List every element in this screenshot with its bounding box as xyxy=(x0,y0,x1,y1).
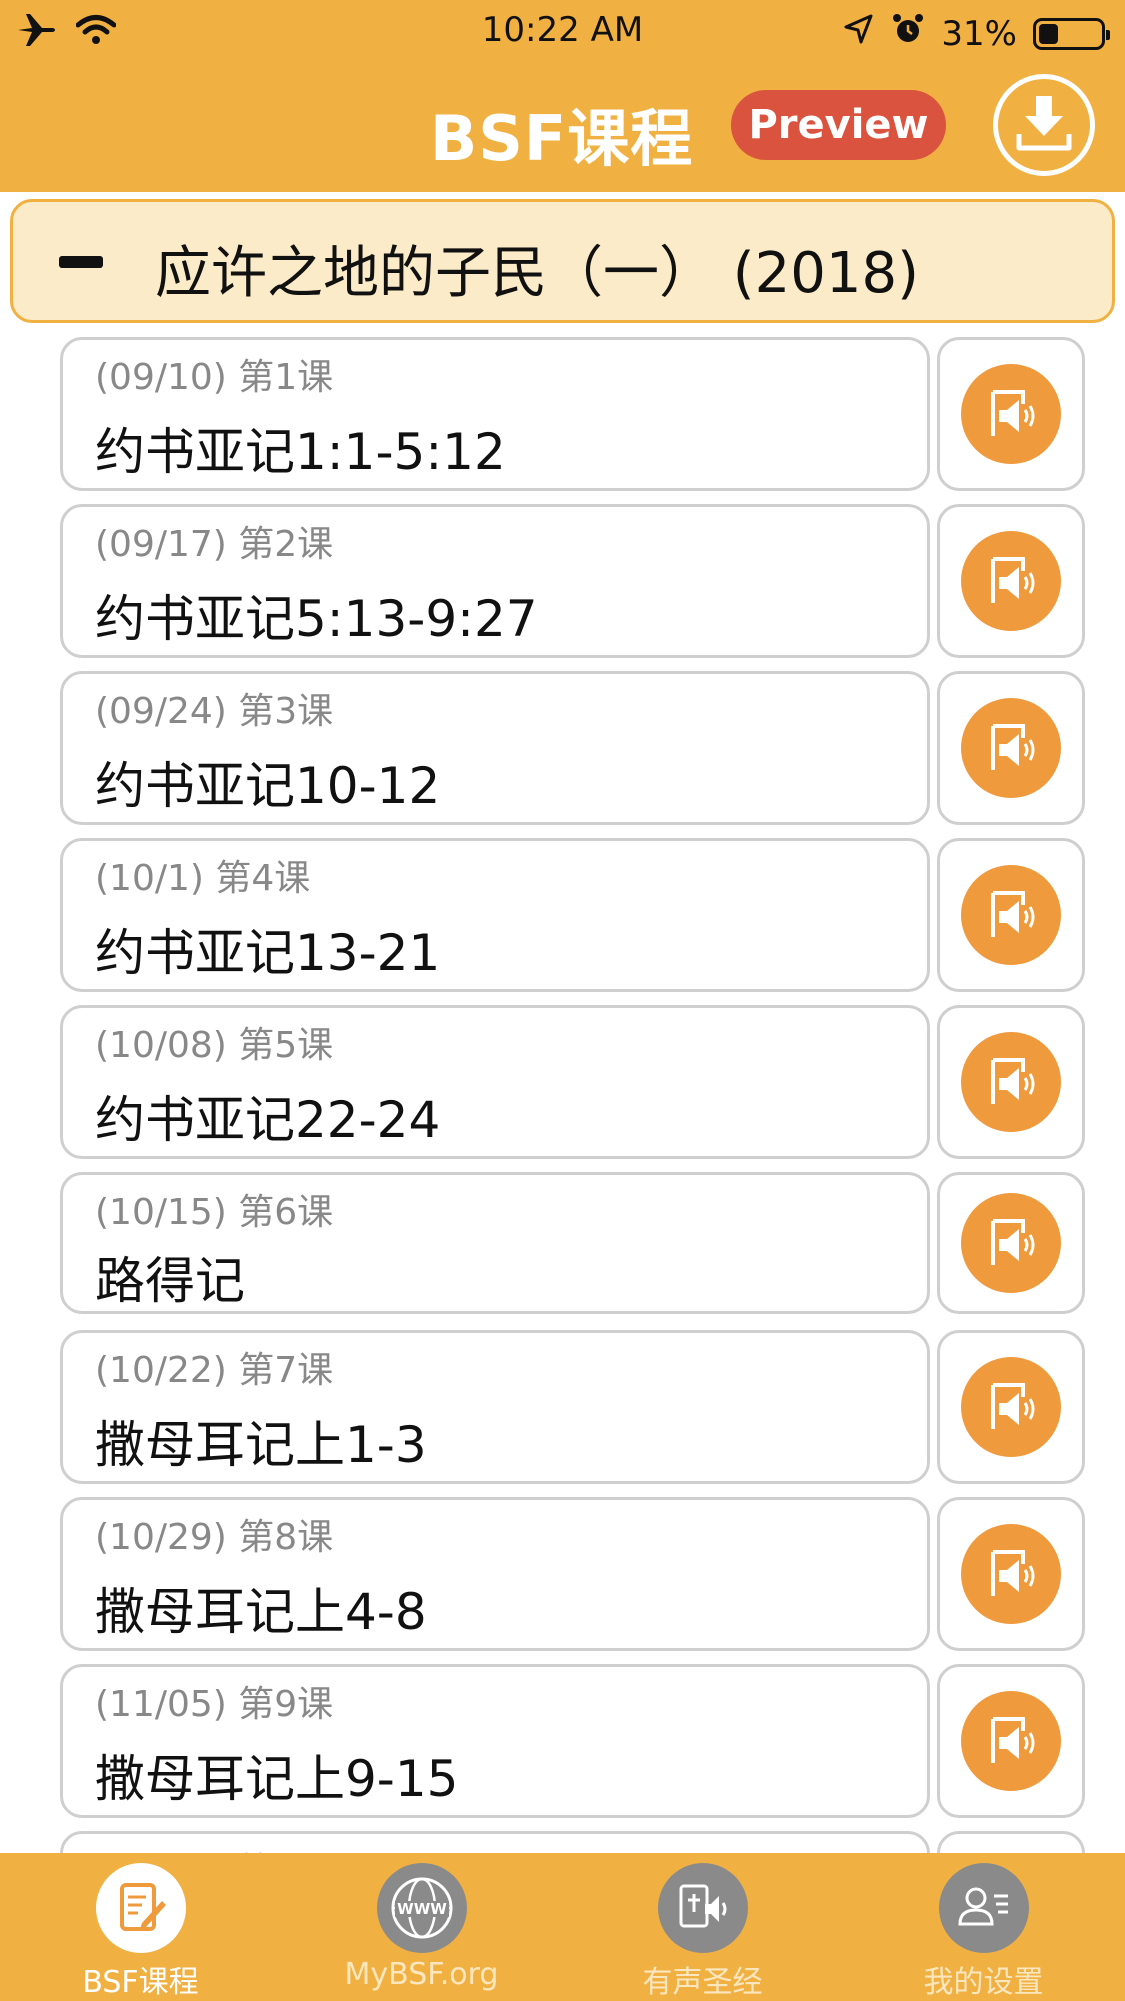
lesson-card[interactable]: (09/17) 第2课 约书亚记5:13-9:27 xyxy=(60,504,930,658)
tab-label: 有声圣经 xyxy=(642,1965,763,2000)
lesson-reference: 撒母耳记上4-8 xyxy=(95,1583,427,1641)
tab-label: BSF课程 xyxy=(82,1965,199,2000)
speaker-icon xyxy=(961,531,1061,631)
battery-fill xyxy=(1039,23,1058,44)
audio-button[interactable] xyxy=(937,1497,1085,1651)
lesson-reference: 约书亚记1:1-5:12 xyxy=(95,423,506,481)
lesson-card[interactable]: (09/24) 第3课 约书亚记10-12 xyxy=(60,671,930,825)
audio-button[interactable] xyxy=(937,838,1085,992)
lesson-reference: 约书亚记13-21 xyxy=(95,924,441,982)
lesson-meta: (10/1) 第4课 xyxy=(95,858,311,899)
audio-button[interactable] xyxy=(937,1172,1085,1314)
tab-my-settings[interactable]: 我的设置 xyxy=(843,1853,1124,2001)
audio-button[interactable] xyxy=(937,1330,1085,1484)
lesson-meta: (09/10) 第1课 xyxy=(95,357,334,398)
audio-button[interactable] xyxy=(937,671,1085,825)
audio-button[interactable] xyxy=(937,1664,1085,1818)
download-button[interactable] xyxy=(993,74,1095,176)
battery-icon xyxy=(1033,17,1110,50)
speaker-icon xyxy=(961,1691,1061,1791)
course-title: 应许之地的子民（一） (2018) xyxy=(155,241,920,306)
tab-mybsf[interactable]: WWW MyBSF.org xyxy=(281,1853,562,2001)
lesson-reference: 撒母耳记上9-15 xyxy=(95,1750,459,1808)
lesson-reference: 撒母耳记上1-3 xyxy=(95,1416,427,1474)
lesson-meta: (10/22) 第7课 xyxy=(95,1350,334,1391)
top-bar: 10:22 AM 31% BSF课程 Preview xyxy=(0,0,1125,192)
lesson-reference: 约书亚记22-24 xyxy=(95,1091,441,1149)
lesson-card[interactable]: (11/05) 第9课 撒母耳记上9-15 xyxy=(60,1664,930,1818)
status-right: 31% xyxy=(843,12,1110,55)
lesson-notes-icon xyxy=(95,1863,186,1953)
minus-icon[interactable] xyxy=(59,256,103,268)
lesson-card[interactable]: (10/22) 第7课 撒母耳记上1-3 xyxy=(60,1330,930,1484)
location-icon xyxy=(843,13,875,54)
preview-button[interactable]: Preview xyxy=(731,90,946,160)
speaker-icon xyxy=(961,1357,1061,1457)
svg-text:WWW: WWW xyxy=(397,1900,447,1918)
lesson-meta: (09/24) 第3课 xyxy=(95,691,334,732)
lesson-meta: (11/05) 第9课 xyxy=(95,1684,334,1725)
lesson-reference: 路得记 xyxy=(95,1252,245,1310)
lesson-reference: 约书亚记5:13-9:27 xyxy=(95,590,538,648)
lesson-meta: (09/17) 第2课 xyxy=(95,524,334,565)
tab-bar: BSF课程 WWW MyBSF.org 有声圣经 我的设置 xyxy=(0,1853,1125,2001)
lesson-card[interactable]: (10/1) 第4课 约书亚记13-21 xyxy=(60,838,930,992)
tab-audio-bible[interactable]: 有声圣经 xyxy=(562,1853,843,2001)
audio-bible-icon xyxy=(657,1863,748,1953)
audio-button[interactable] xyxy=(937,337,1085,491)
audio-button[interactable] xyxy=(937,1005,1085,1159)
lesson-card[interactable]: (10/08) 第5课 约书亚记22-24 xyxy=(60,1005,930,1159)
download-icon xyxy=(1013,92,1075,158)
speaker-icon xyxy=(961,364,1061,464)
settings-person-icon xyxy=(938,1863,1029,1953)
lesson-card[interactable]: (09/10) 第1课 约书亚记1:1-5:12 xyxy=(60,337,930,491)
lesson-reference: 约书亚记10-12 xyxy=(95,757,441,815)
speaker-icon xyxy=(961,698,1061,798)
lesson-card[interactable]: (10/29) 第8课 撒母耳记上4-8 xyxy=(60,1497,930,1651)
speaker-icon xyxy=(961,1524,1061,1624)
screen: 10:22 AM 31% BSF课程 Preview 应许之地的子民（一） (2… xyxy=(0,0,1125,2001)
tab-label: 我的设置 xyxy=(923,1965,1044,2000)
tab-bsf-lessons[interactable]: BSF课程 xyxy=(0,1853,281,2001)
alarm-icon xyxy=(891,12,925,55)
course-section-header[interactable]: 应许之地的子民（一） (2018) xyxy=(10,199,1115,323)
lesson-meta: (10/29) 第8课 xyxy=(95,1517,334,1558)
globe-www-icon: WWW xyxy=(376,1863,467,1953)
speaker-icon xyxy=(961,1193,1061,1293)
speaker-icon xyxy=(961,865,1061,965)
battery-percent: 31% xyxy=(941,13,1017,54)
speaker-icon xyxy=(961,1032,1061,1132)
audio-button[interactable] xyxy=(937,504,1085,658)
tab-label: MyBSF.org xyxy=(344,1957,499,1992)
status-bar: 10:22 AM 31% xyxy=(0,0,1125,62)
lesson-card[interactable]: (10/15) 第6课 路得记 xyxy=(60,1172,930,1314)
lesson-meta: (10/15) 第6课 xyxy=(95,1192,334,1233)
lesson-meta: (10/08) 第5课 xyxy=(95,1025,334,1066)
page-title: BSF课程 xyxy=(430,102,694,175)
